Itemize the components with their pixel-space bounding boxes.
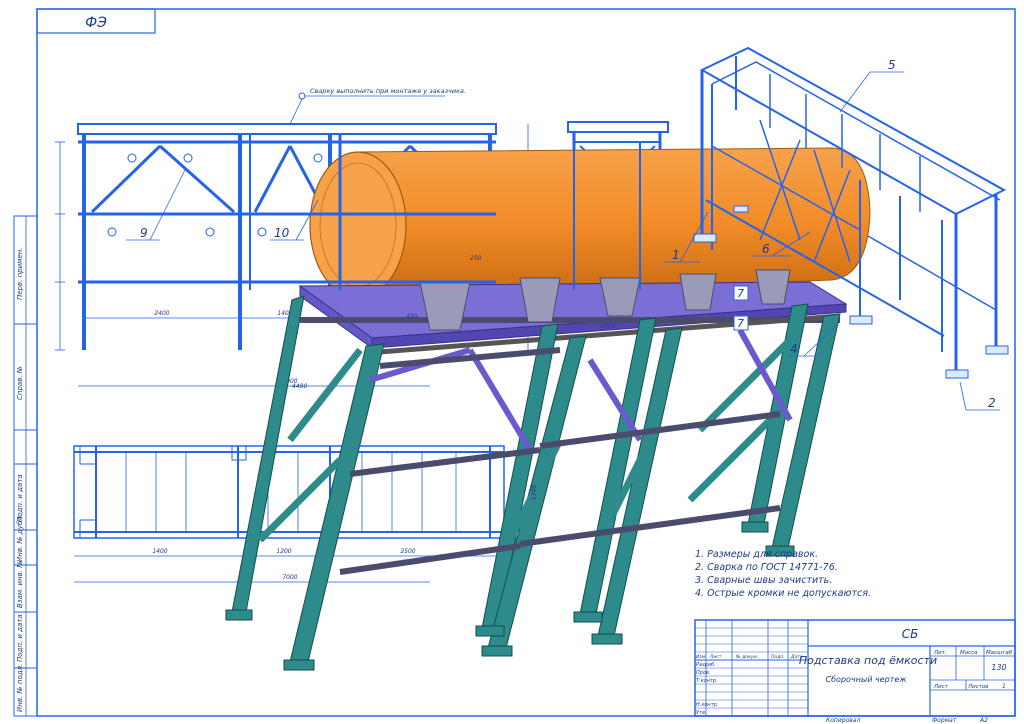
tb-row-tkontr: Т.контр. <box>696 678 718 684</box>
tb-row-utv: Утв. <box>696 710 707 716</box>
margin-label-podl: Инв. № подл. <box>16 664 24 712</box>
dim-1400-plan: 1400 <box>152 548 167 555</box>
technical-notes: 1. Размеры для справок. 2. Сварка по ГОС… <box>695 548 871 600</box>
dim-7000-plan: 7000 <box>282 574 297 581</box>
dim-2500-plan: 2500 <box>400 548 415 555</box>
title-block <box>694 619 1016 717</box>
note-4: 4. Острые кромки не допускаются. <box>695 588 871 599</box>
title-code: СБ <box>902 627 919 641</box>
note-3: 3. Сварные швы зачистить. <box>695 575 833 586</box>
note-2: 2. Сварка по ГОСТ 14771-76. <box>695 562 838 573</box>
left-margin-column: Перв. примен. Справ. № Подп. и дата Инв.… <box>13 215 38 717</box>
tb-massa: Масса <box>960 650 978 656</box>
dim-1000: 1000 <box>600 323 615 330</box>
callout-6: 6 <box>762 242 770 256</box>
weld-note: Сварку выполнить при монтаже у заказчика… <box>310 87 466 95</box>
callout-4: 4 <box>790 342 798 356</box>
callout-10: 10 <box>274 226 290 240</box>
margin-label-perv: Перв. примен. <box>16 247 24 300</box>
tb-col-doc: № докум. <box>735 654 758 660</box>
margin-label-podp2: Подп. и дата <box>16 614 24 662</box>
margin-label-vzam: Взам. инв. № <box>16 560 24 608</box>
dim-4480: 4480 <box>292 383 307 390</box>
tb-mass-value: 130 <box>991 663 1006 672</box>
footer-copied: Копировал <box>826 717 860 724</box>
tb-row-razrab: Разраб. <box>696 662 716 668</box>
dim-2400: 2400 <box>154 310 169 317</box>
dim-1200-plan: 1200 <box>276 548 291 555</box>
note-1: 1. Размеры для справок. <box>695 549 819 560</box>
title-subtitle: Сборочный чертеж <box>826 675 908 684</box>
tb-row-prov: Пров. <box>696 670 711 676</box>
callout-1: 1 <box>672 248 680 262</box>
tb-col-podp: Подп. <box>771 654 785 660</box>
corner-stamp: ФЭ <box>85 15 107 31</box>
tb-masshtab: Масштаб <box>986 650 1013 656</box>
title-name: Подставка под ёмкости <box>799 654 937 667</box>
callout-9: 9 <box>140 226 148 240</box>
dim-450: 450 <box>406 313 418 320</box>
drawing-sheet: ФЭ Перв. примен. Справ. № Подп. и дата И… <box>13 8 1016 724</box>
margin-label-dubl: Инв. № дубл. <box>16 514 24 562</box>
footer-format: Формат <box>932 717 957 724</box>
dim-1700: 1700 <box>531 485 538 500</box>
tb-list: Лист <box>933 684 949 690</box>
callout-7a: 7 <box>737 287 744 300</box>
tb-row-nkontr: Н.контр. <box>696 702 718 708</box>
margin-label-sprav: Справ. № <box>16 366 24 400</box>
callout-2: 2 <box>988 396 996 410</box>
weld-note-callout: Сварку выполнить при монтаже у заказчика… <box>289 87 466 125</box>
dim-250: 250 <box>470 255 482 262</box>
tb-listov-value: 1 <box>1002 683 1006 690</box>
callout-7b: 7 <box>737 317 744 330</box>
tb-col-list: Лист <box>709 654 722 660</box>
callout-5: 5 <box>888 58 896 72</box>
tb-col-data: Дата <box>790 654 803 660</box>
tb-listov: Листов <box>967 684 989 690</box>
tb-lit: Лит. <box>933 650 947 656</box>
tb-col-izm: Изм. <box>696 654 707 660</box>
footer-format-value: A2 <box>979 717 988 724</box>
